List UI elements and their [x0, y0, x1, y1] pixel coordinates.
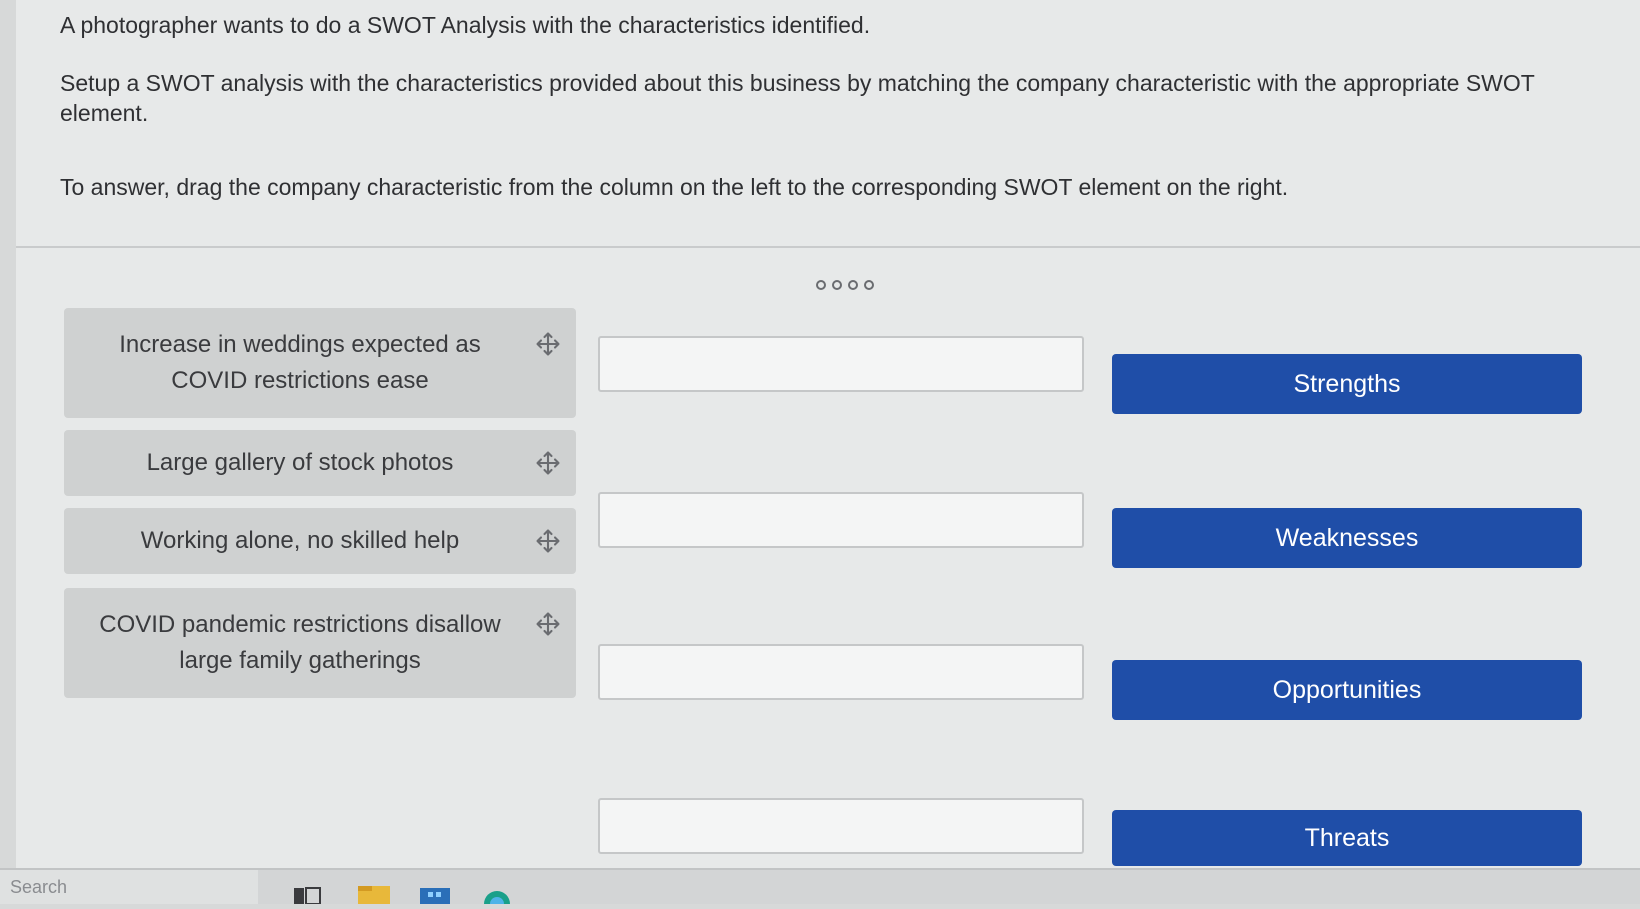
- draggable-characteristic[interactable]: Increase in weddings expected as COVID r…: [64, 308, 576, 418]
- characteristic-label: Working alone, no skilled help: [140, 527, 460, 554]
- pager-dot-icon[interactable]: [832, 280, 842, 290]
- task-view-icon[interactable]: [292, 884, 322, 909]
- store-icon[interactable]: [418, 884, 452, 909]
- draggable-characteristic[interactable]: COVID pandemic restrictions disallow lar…: [64, 588, 576, 698]
- taskbar-search-box[interactable]: Search: [0, 870, 258, 904]
- move-arrows-icon[interactable]: [534, 527, 562, 555]
- move-arrows-icon[interactable]: [534, 330, 562, 358]
- instruction-line-2: Setup a SWOT analysis with the character…: [60, 70, 1535, 126]
- browser-icon[interactable]: [480, 884, 514, 909]
- divider: [16, 246, 1640, 248]
- pager-dot-icon[interactable]: [864, 280, 874, 290]
- draggable-characteristic[interactable]: Working alone, no skilled help: [64, 508, 576, 574]
- characteristic-label: Increase in weddings expected as COVID r…: [119, 331, 481, 394]
- instruction-line-1: A photographer wants to do a SWOT Analys…: [60, 12, 871, 38]
- instruction-line-3: To answer, drag the company characterist…: [60, 174, 1289, 200]
- pager-dot-icon[interactable]: [816, 280, 826, 290]
- taskbar: Search: [0, 868, 1640, 905]
- dropzone-strengths[interactable]: [598, 336, 1084, 392]
- move-arrows-icon[interactable]: [534, 449, 562, 477]
- swot-label-opportunities: Opportunities: [1112, 660, 1582, 720]
- swot-label-strengths: Strengths: [1112, 354, 1582, 414]
- characteristic-label: Large gallery of stock photos: [146, 449, 454, 476]
- question-page: A photographer wants to do a SWOT Analys…: [16, 0, 1640, 868]
- swot-label-threats: Threats: [1112, 810, 1582, 866]
- move-arrows-icon[interactable]: [534, 610, 562, 638]
- dropzone-weaknesses[interactable]: [598, 492, 1084, 548]
- pager-dot-icon[interactable]: [848, 280, 858, 290]
- characteristic-label: COVID pandemic restrictions disallow lar…: [99, 611, 501, 674]
- draggable-characteristic[interactable]: Large gallery of stock photos: [64, 430, 576, 496]
- dropzone-threats[interactable]: [598, 798, 1084, 854]
- file-explorer-icon[interactable]: [356, 884, 392, 909]
- dropzone-opportunities[interactable]: [598, 644, 1084, 700]
- pager: [816, 280, 874, 290]
- swot-label-weaknesses: Weaknesses: [1112, 508, 1582, 568]
